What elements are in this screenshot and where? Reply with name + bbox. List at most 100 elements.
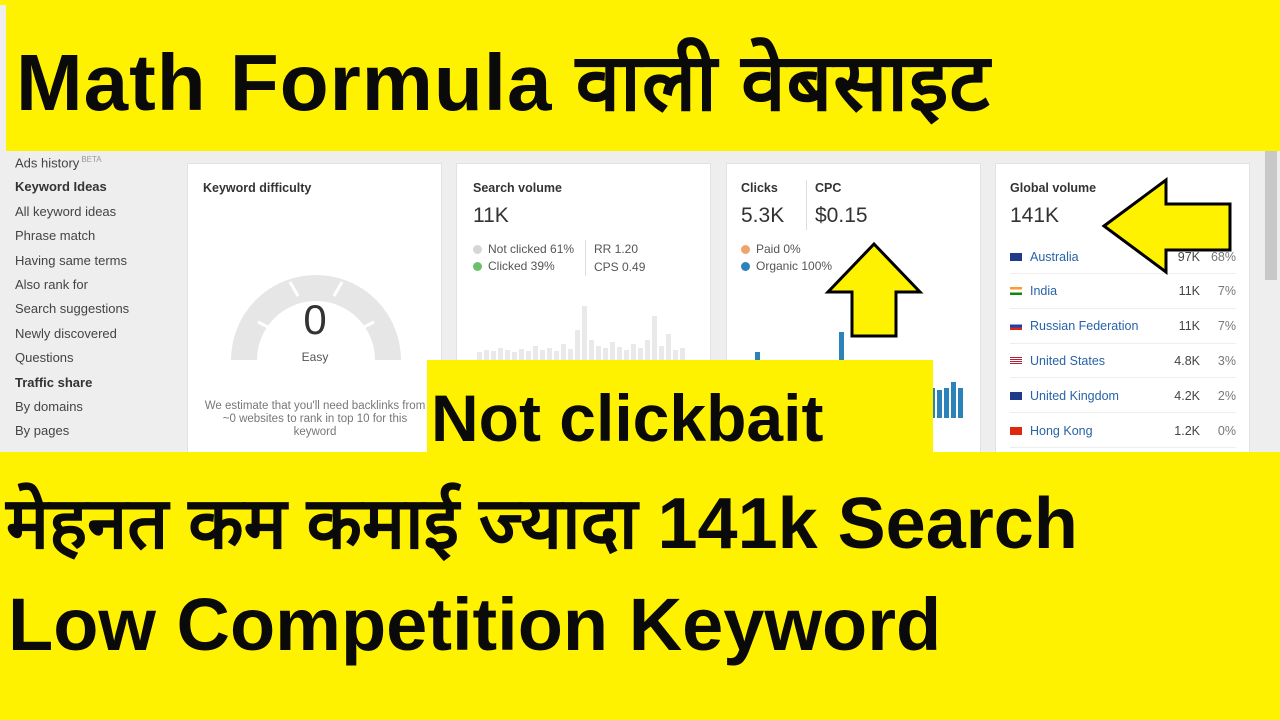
trend-bar: [575, 330, 580, 360]
hk-flag-icon: [1010, 426, 1022, 435]
search-volume-title: Search volume: [473, 181, 562, 195]
trend-bar: [951, 382, 956, 418]
trend-bar: [610, 342, 615, 360]
trend-bar: [652, 316, 657, 360]
trend-bar: [596, 346, 601, 360]
trend-bar: [638, 348, 643, 360]
trend-bar: [624, 350, 629, 360]
organic-label: Organic 100%: [756, 259, 833, 273]
sidebar-item-questions[interactable]: Questions: [15, 350, 74, 365]
bottom-banner-line1: मेहनत कम कमाई ज्यादा 141k Search: [6, 484, 1078, 564]
sidebar-item-label: Traffic share: [15, 374, 93, 390]
legend-paid: Paid 0%: [741, 242, 801, 256]
sidebar-item-label: Questions: [15, 350, 74, 366]
sidebar-item-also-rank-for[interactable]: Also rank for: [15, 277, 88, 292]
clicked-label: Clicked 39%: [488, 259, 555, 273]
sidebar-item-search-suggestions[interactable]: Search suggestions: [15, 301, 129, 316]
top-banner: Math Formula वाली वेबसाइट: [6, 5, 1280, 151]
country-row-russian-federation[interactable]: Russian Federation 11K 7%: [1010, 310, 1236, 344]
keyword-difficulty-title: Keyword difficulty: [203, 181, 312, 195]
not-clicked-dot: [473, 244, 482, 254]
divider: [585, 240, 586, 276]
country-name[interactable]: Hong Kong: [1030, 424, 1150, 438]
trend-bar: [603, 348, 608, 360]
global-volume-title: Global volume: [1010, 181, 1097, 195]
mid-banner: Not clickbait: [427, 360, 933, 455]
trend-bar: [958, 388, 963, 418]
country-name[interactable]: United States: [1030, 354, 1150, 368]
country-volume: 1.2K: [1174, 423, 1200, 438]
clicks-title: Clicks: [741, 181, 778, 195]
up-arrow-icon: [824, 241, 924, 338]
trend-bar: [944, 388, 949, 418]
sidebar-item-by-domains[interactable]: By domains: [15, 399, 83, 414]
sidebar-item-having-same-terms[interactable]: Having same terms: [15, 253, 127, 268]
cpc-title: CPC: [815, 181, 842, 195]
sidebar-heading-keyword-ideas: Keyword Ideas: [15, 179, 107, 194]
left-arrow-icon: [1101, 177, 1232, 275]
trend-bar: [519, 349, 524, 360]
page-scrollbar[interactable]: [1265, 150, 1277, 280]
gb-flag-icon: [1010, 391, 1022, 400]
trend-bar: [659, 346, 664, 360]
sidebar-item-label: By domains: [15, 399, 83, 414]
sidebar-item-by-pages[interactable]: By pages: [15, 423, 69, 438]
difficulty-score: 0: [303, 296, 327, 343]
sidebar-item-label: Also rank for: [15, 277, 88, 292]
sidebar-item-phrase-match[interactable]: Phrase match: [15, 228, 95, 243]
trend-bar: [568, 349, 573, 360]
country-volume: 4.8K: [1174, 353, 1200, 368]
country-percent: 0%: [1217, 423, 1236, 438]
sidebar-item-label: Ads history: [15, 155, 80, 171]
beta-badge: BETA: [81, 155, 102, 164]
sidebar-item-label: Search suggestions: [15, 301, 130, 317]
search-volume-trend-bars: [477, 304, 685, 360]
divider: [806, 180, 807, 230]
country-name[interactable]: United Kingdom: [1030, 389, 1150, 403]
country-row-united-kingdom[interactable]: United Kingdom 4.2K 2%: [1010, 379, 1236, 414]
legend-not-clicked: Not clicked 61%: [473, 242, 574, 256]
sidebar-item-label: All keyword ideas: [15, 203, 117, 219]
sidebar-item-label: Keyword Ideas: [15, 179, 107, 195]
country-row-hong-kong[interactable]: Hong Kong 1.2K 0%: [1010, 414, 1236, 448]
global-volume-value: 141K: [1010, 204, 1060, 227]
bottom-banner-line2: Low Competition Keyword: [8, 583, 942, 666]
sidebar: Ads history BETA Keyword Ideas All keyword …: [0, 150, 180, 470]
trend-bar: [582, 306, 587, 360]
trend-bar: [540, 350, 545, 360]
legend-clicked: Clicked 39%: [473, 259, 555, 273]
legend-organic: Organic 100%: [741, 259, 832, 273]
country-name[interactable]: Russian Federation: [1030, 319, 1150, 333]
trend-bar: [547, 348, 552, 360]
clicks-value: 5.3K: [741, 204, 785, 227]
us-flag-icon: [1010, 356, 1022, 365]
sidebar-item-all-keyword-ideas[interactable]: All keyword ideas: [15, 204, 116, 219]
rr-value: RR 1.20: [594, 242, 639, 256]
trend-bar: [512, 352, 517, 360]
sidebar-item-label: Newly discovered: [15, 325, 117, 341]
sidebar-item-newly-discovered[interactable]: Newly discovered: [15, 326, 117, 341]
cps-value: CPS 0.49: [594, 260, 646, 274]
country-name[interactable]: India: [1030, 284, 1150, 298]
sidebar-item-ads-history[interactable]: Ads history BETA: [15, 155, 102, 170]
sidebar-item-label: By pages: [15, 423, 70, 439]
difficulty-label: Easy: [301, 350, 329, 364]
bottom-banner: मेहनत कम कमाई ज्यादा 141k Search Low Com…: [0, 452, 1280, 720]
mid-banner-text: Not clickbait: [431, 381, 824, 455]
trend-bar: [491, 351, 496, 360]
trend-bar: [680, 348, 685, 360]
trend-bar: [617, 347, 622, 360]
trend-bar: [526, 351, 531, 360]
cpc-value: $0.15: [815, 204, 868, 227]
country-row-india[interactable]: India 11K 7%: [1010, 275, 1236, 309]
organic-dot: [741, 261, 750, 271]
top-banner-text: Math Formula वाली वेबसाइट: [16, 38, 991, 127]
country-row-united-states[interactable]: United States 4.8K 3%: [1010, 344, 1236, 379]
clicked-dot: [473, 261, 482, 271]
trend-bar: [645, 340, 650, 360]
search-volume-value: 11K: [473, 204, 509, 227]
in-flag-icon: [1010, 287, 1022, 296]
country-percent: 7%: [1217, 319, 1236, 334]
trend-bar: [484, 350, 489, 360]
paid-label: Paid 0%: [756, 242, 801, 256]
